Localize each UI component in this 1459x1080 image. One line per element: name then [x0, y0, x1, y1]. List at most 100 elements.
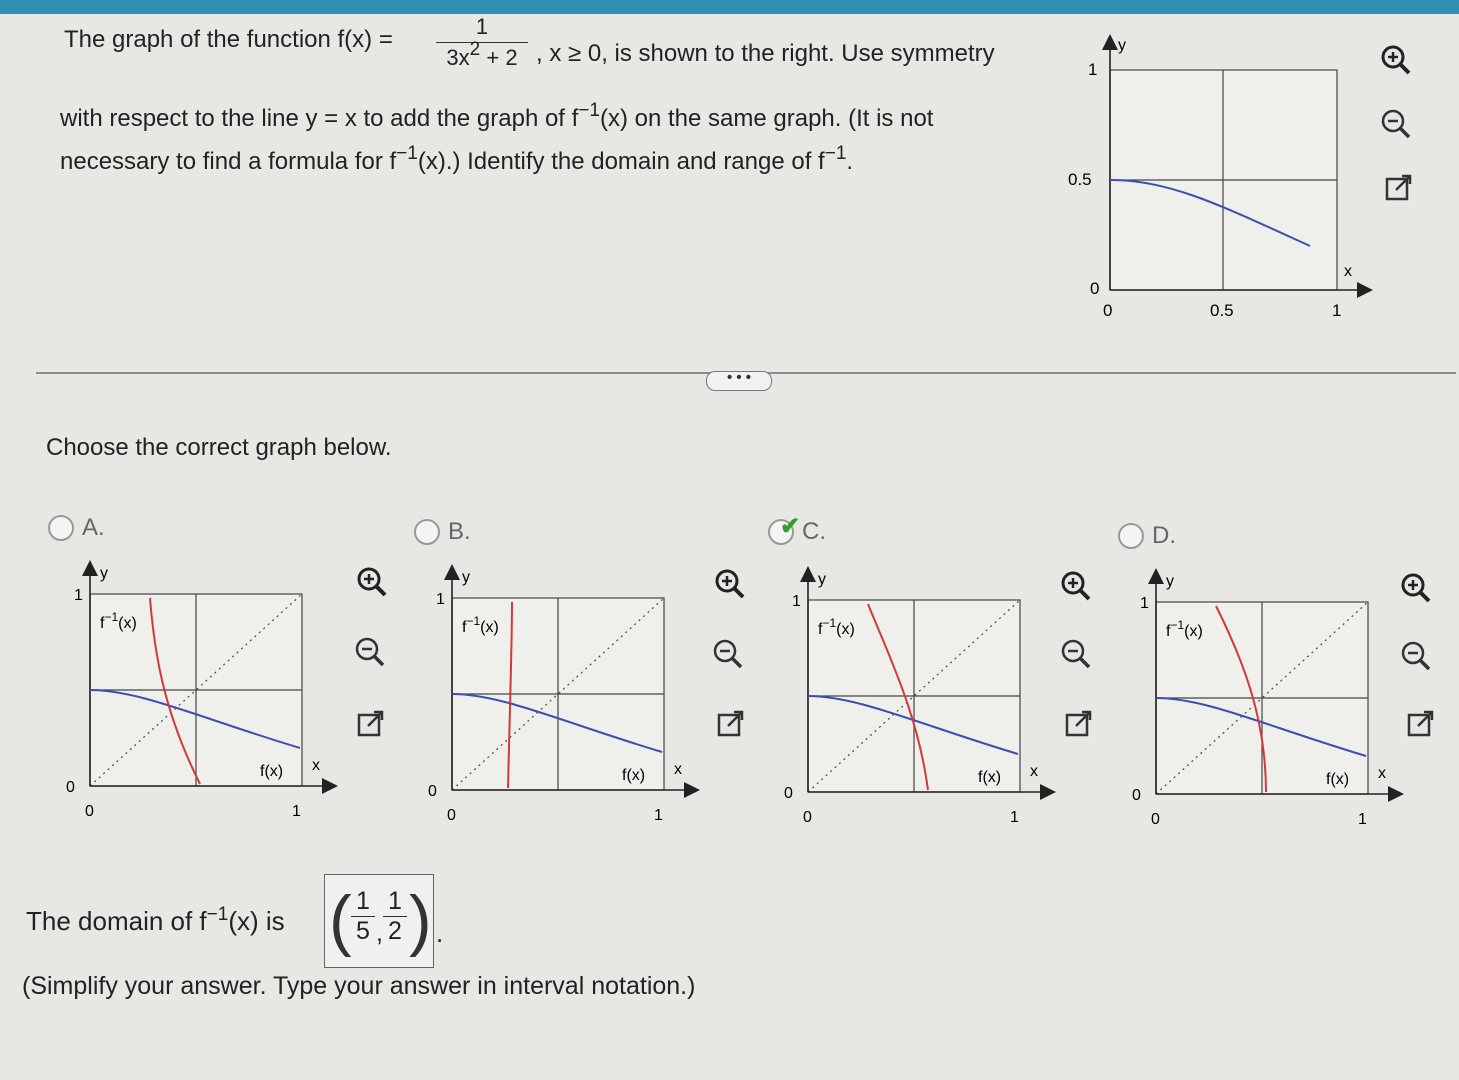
option-c-graph: y x 1 0 0 1 f(x) f−1(x)	[768, 564, 1068, 834]
option-graph-svg: yx100 1f(x)f−1(x)	[428, 564, 700, 824]
zoom-out-icon	[713, 639, 743, 669]
x-axis-label: x	[1030, 763, 1038, 780]
main-x-tick-half: 0.5	[1210, 301, 1234, 320]
answer-close-paren: )	[409, 882, 432, 958]
option-c-zoom-out-button[interactable]	[1056, 634, 1096, 674]
zoom-out-icon	[1061, 639, 1091, 669]
main-y-tick-half: 0.5	[1068, 170, 1092, 189]
y-axis-label: y	[100, 565, 108, 582]
main-y-tick-0: 0	[1090, 279, 1099, 298]
option-a-label: A.	[82, 514, 105, 541]
x-tick-0: 0	[447, 807, 456, 824]
option-a[interactable]: A.	[48, 514, 105, 542]
main-zoom-in-button[interactable]	[1376, 40, 1416, 80]
open-external-icon	[1385, 174, 1412, 201]
choose-prompt: Choose the correct graph below.	[46, 434, 392, 461]
x-tick-1: 1	[654, 807, 663, 824]
question-line-3: necessary to find a formula for f−1(x).)…	[60, 143, 854, 175]
option-b-open-external-button[interactable]	[710, 704, 750, 744]
open-external-icon	[1407, 710, 1434, 737]
x-tick-1: 1	[1010, 809, 1019, 826]
answer-fraction-1: 15	[351, 887, 375, 946]
question-condition: , x ≥ 0, is shown to the right. Use symm…	[536, 40, 995, 67]
f-curve-label: f(x)	[978, 769, 1001, 786]
domain-answer-input[interactable]: ( 15 , 12 )	[324, 874, 434, 968]
fraction-numerator: 1	[436, 14, 528, 43]
main-x-label: x	[1344, 263, 1352, 280]
zoom-out-icon	[355, 637, 385, 667]
zoom-in-icon	[1061, 571, 1091, 601]
option-d-open-external-button[interactable]	[1400, 704, 1440, 744]
question-line-2: with respect to the line y = x to add th…	[60, 100, 934, 132]
option-b[interactable]: B.	[414, 518, 471, 546]
main-open-external-button[interactable]	[1378, 168, 1418, 208]
answer-comma: ,	[376, 919, 383, 947]
option-a-open-external-button[interactable]	[350, 704, 390, 744]
correct-check-icon: ✔	[780, 513, 801, 540]
x-axis-label: x	[1378, 765, 1386, 782]
option-a-radio[interactable]	[48, 515, 74, 541]
zoom-in-icon	[1401, 573, 1431, 603]
option-graph-svg: yx100 1f(x)f−1(x)	[784, 566, 1056, 826]
x-axis-label: x	[312, 757, 320, 774]
x-tick-1: 1	[1358, 811, 1367, 828]
zoom-out-icon	[1401, 641, 1431, 671]
option-d-label: D.	[1152, 522, 1176, 549]
option-graph-svg: yx100 1f(x)f−1(x)	[66, 560, 338, 820]
y-tick-1: 1	[436, 591, 445, 608]
x-axis-label: x	[674, 761, 682, 778]
option-b-graph: y x 1 0 0 1 f(x) f−1(x)	[412, 562, 712, 832]
option-a-graph: y x 1 0 0 1 f(x) f−1(x)	[50, 558, 350, 828]
option-b-zoom-out-button[interactable]	[708, 634, 748, 674]
f-curve-label: f(x)	[1326, 771, 1349, 788]
option-d-zoom-out-button[interactable]	[1396, 636, 1436, 676]
option-a-zoom-out-button[interactable]	[350, 632, 390, 672]
y-axis-label: y	[1166, 573, 1174, 590]
option-c-label: C.	[802, 518, 826, 545]
main-y-label: y	[1118, 37, 1126, 54]
answer-hint: (Simplify your answer. Type your answer …	[22, 972, 696, 1000]
main-zoom-out-button[interactable]	[1376, 104, 1416, 144]
main-x-tick-1: 1	[1332, 301, 1341, 320]
zoom-in-icon	[357, 567, 387, 597]
option-c[interactable]: ✔ C.	[768, 513, 826, 546]
zoom-in-icon	[715, 569, 745, 599]
x-tick-0: 0	[803, 809, 812, 826]
option-d-radio[interactable]	[1118, 523, 1144, 549]
option-b-zoom-in-button[interactable]	[710, 564, 750, 604]
open-external-icon	[717, 710, 744, 737]
answer-fraction-2: 12	[383, 887, 407, 946]
option-b-radio[interactable]	[414, 519, 440, 545]
x-tick-1: 1	[292, 803, 301, 820]
option-d-graph: y x 1 0 0 1 f(x) f−1(x)	[1116, 566, 1416, 836]
y-axis-label: y	[818, 571, 826, 588]
y-tick-0: 0	[428, 783, 437, 800]
x-tick-0: 0	[85, 803, 94, 820]
answer-open-paren: (	[329, 882, 352, 958]
answer-period: .	[436, 918, 444, 948]
option-a-zoom-in-button[interactable]	[352, 562, 392, 602]
y-axis-label: y	[462, 569, 470, 586]
main-function-graph: y x 1 0.5 0 0 0.5 1	[1068, 34, 1373, 320]
zoom-out-icon	[1381, 109, 1411, 139]
option-d[interactable]: D.	[1118, 522, 1176, 550]
zoom-in-icon	[1381, 45, 1411, 75]
y-tick-1: 1	[792, 593, 801, 610]
f-curve-label: f(x)	[622, 767, 645, 784]
open-external-icon	[357, 710, 384, 737]
function-fraction: 1 3x2 + 2	[436, 14, 528, 71]
x-tick-0: 0	[1151, 811, 1160, 828]
top-accent-bar	[0, 0, 1459, 14]
more-content-button[interactable]: • • •	[706, 370, 772, 391]
y-tick-1: 1	[74, 587, 83, 604]
y-tick-0: 0	[1132, 787, 1141, 804]
option-d-zoom-in-button[interactable]	[1396, 568, 1436, 608]
option-graph-svg: yx100 1f(x)f−1(x)	[1132, 568, 1404, 828]
option-c-zoom-in-button[interactable]	[1056, 566, 1096, 606]
main-y-tick-1: 1	[1088, 60, 1097, 79]
option-b-label: B.	[448, 518, 471, 545]
f-curve-label: f(x)	[260, 763, 283, 780]
option-c-open-external-button[interactable]	[1058, 704, 1098, 744]
open-external-icon	[1065, 710, 1092, 737]
y-tick-1: 1	[1140, 595, 1149, 612]
